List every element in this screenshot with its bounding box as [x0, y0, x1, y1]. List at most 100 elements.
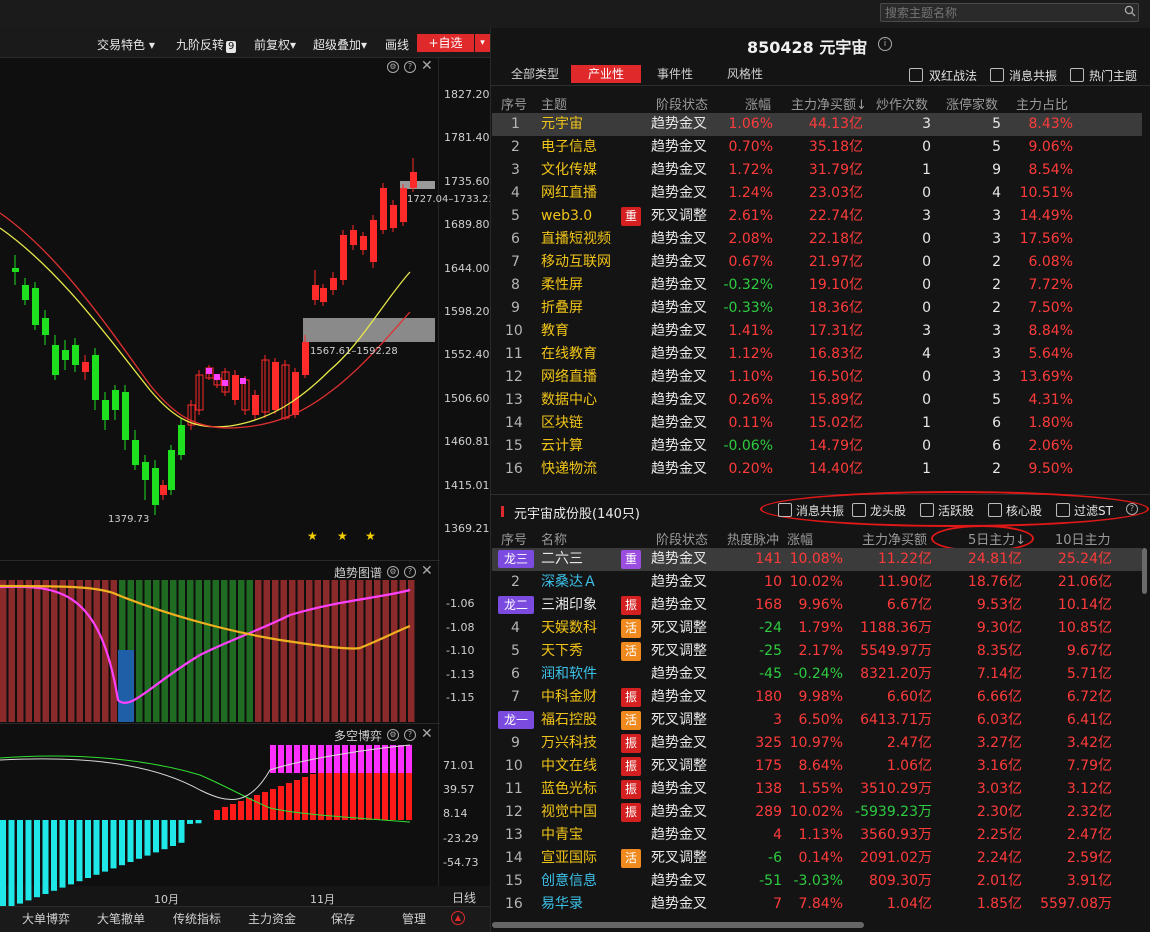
theme-row-name[interactable]: 云计算: [541, 435, 583, 458]
const-header-5[interactable]: 主力净买额: [862, 529, 927, 548]
duokong-help-icon[interactable]: ?: [404, 729, 416, 741]
theme-row-name[interactable]: 网络直播: [541, 366, 597, 389]
horizontal-scrollbar[interactable]: [492, 922, 864, 928]
theme-row-ratio: 9.50%: [1028, 461, 1073, 477]
const-row-name[interactable]: 创意信息: [541, 870, 597, 893]
theme-row-name[interactable]: 区块链: [541, 412, 583, 435]
save-button[interactable]: 保存: [331, 910, 355, 927]
theme-row-name[interactable]: 折叠屏: [541, 297, 583, 320]
tab-cancel-order[interactable]: 大笔撤单: [97, 910, 145, 927]
const-row-name[interactable]: 深桑达Ａ: [541, 571, 597, 594]
theme-row-name[interactable]: 柔性屏: [541, 274, 583, 297]
theme-header-0[interactable]: 序号: [501, 94, 527, 113]
theme-row-name[interactable]: 快递物流: [541, 458, 597, 481]
trend-close-icon[interactable]: ✕: [421, 563, 433, 579]
tab-traditional[interactable]: 传统指标: [173, 910, 221, 927]
const-row-name[interactable]: 宣亚国际: [541, 847, 597, 870]
period-selector[interactable]: 日线: [452, 889, 476, 906]
tab-style[interactable]: 风格性: [727, 65, 763, 83]
constituent-filter-checkbox-0[interactable]: [778, 503, 792, 517]
theme-header-5[interactable]: 炒作次数: [876, 94, 928, 113]
const-row-name[interactable]: 中青宝: [541, 824, 583, 847]
const-row-name[interactable]: 易华录: [541, 893, 583, 916]
tab-industry[interactable]: 产业性: [571, 65, 641, 83]
duokong-cyan-bar: [85, 820, 91, 878]
constituent-filter-checkbox-1[interactable]: [852, 503, 866, 517]
const-row-name[interactable]: 润和软件: [541, 663, 597, 686]
const-header-1[interactable]: 名称: [541, 529, 567, 548]
price-tick: 1415.01: [444, 478, 490, 492]
const-row-state: 死叉调整: [651, 758, 707, 774]
const-row-name[interactable]: 天下秀: [541, 640, 583, 663]
tab-event[interactable]: 事件性: [657, 65, 693, 83]
theme-row-name[interactable]: 在线教育: [541, 343, 597, 366]
theme-row-name[interactable]: 直播短视频: [541, 228, 611, 251]
info-icon[interactable]: i: [878, 37, 892, 51]
chevron-up-icon[interactable]: ▲: [451, 911, 465, 925]
theme-row-name[interactable]: 元宇宙: [541, 113, 583, 136]
theme-header-2[interactable]: 阶段状态: [656, 94, 708, 113]
theme-row-name[interactable]: 网红直播: [541, 182, 597, 205]
double-red-checkbox[interactable]: [909, 68, 923, 82]
tab-all-types[interactable]: 全部类型: [511, 65, 559, 83]
theme-search-input[interactable]: [880, 3, 1139, 22]
candle-body: [360, 236, 367, 250]
const-row-name[interactable]: 蓝色光标: [541, 778, 597, 801]
theme-row-net: 44.13亿: [808, 116, 863, 132]
trend-help-icon[interactable]: ?: [404, 566, 416, 578]
const-row-name[interactable]: 中科金财: [541, 686, 597, 709]
stock-tag-badge: 振: [621, 780, 641, 799]
theme-row-name[interactable]: 文化传媒: [541, 159, 597, 182]
const-row-name[interactable]: 福石控股: [541, 709, 597, 732]
constituent-filter-checkbox-4[interactable]: [1056, 503, 1070, 517]
trend-blue-bar: [118, 650, 134, 722]
constituent-filter-checkbox-3[interactable]: [988, 503, 1002, 517]
const-row-state: 趋势金叉: [651, 735, 707, 751]
constituent-filter-checkbox-2[interactable]: [920, 503, 934, 517]
trend-bar: [297, 580, 304, 722]
duokong-close-icon[interactable]: ✕: [421, 726, 433, 742]
low-price-label: 1379.73: [108, 514, 150, 525]
const-row-name[interactable]: 中文在线: [541, 755, 597, 778]
const-row-name[interactable]: 三湘印象: [541, 594, 597, 617]
manage-button[interactable]: 管理: [402, 910, 426, 927]
trend-settings-icon[interactable]: ⚙: [387, 566, 399, 578]
constituent-filter-label-3: 核心股: [1006, 504, 1043, 518]
const-header-3[interactable]: 热度脉冲: [727, 529, 779, 548]
constituent-filter-label-2: 活跃股: [938, 504, 975, 518]
hot-theme-checkbox[interactable]: [1070, 68, 1084, 82]
theme-header-7[interactable]: 主力占比: [1016, 94, 1068, 113]
search-icon[interactable]: [1124, 5, 1136, 17]
news-resonance-checkbox[interactable]: [990, 68, 1004, 82]
const-row-name[interactable]: 天娱数科: [541, 617, 597, 640]
constituents-title: 元宇宙成份股(140只): [514, 507, 640, 522]
const-header-0[interactable]: 序号: [501, 529, 527, 548]
const-row-name[interactable]: 万兴科技: [541, 732, 597, 755]
theme-row-name[interactable]: 教育: [541, 320, 569, 343]
theme-header-4[interactable]: 主力净买额↓: [791, 94, 867, 113]
theme-row-name[interactable]: 移动互联网: [541, 251, 611, 274]
tab-big-order[interactable]: 大单博弈: [22, 910, 70, 927]
duokong-cyan-bar: [178, 820, 185, 843]
theme-header-6[interactable]: 涨停家数: [946, 94, 998, 113]
theme-row-no: 14: [505, 415, 523, 431]
vertical-scrollbar[interactable]: [1142, 548, 1147, 594]
theme-header-3[interactable]: 涨幅: [745, 94, 771, 113]
const-row-change: 6.50%: [798, 712, 843, 728]
const-row-change: -3.03%: [793, 873, 843, 889]
const-header-7[interactable]: 10日主力: [1055, 529, 1111, 548]
theme-header-1[interactable]: 主题: [541, 94, 567, 113]
const-row-10d: 3.42亿: [1066, 735, 1112, 751]
theme-row-name[interactable]: 电子信息: [541, 136, 597, 159]
duokong-settings-icon[interactable]: ⚙: [387, 729, 399, 741]
trend-bar: [153, 580, 160, 722]
const-row-name[interactable]: 二六三: [541, 548, 583, 571]
tab-main-fund[interactable]: 主力资金: [248, 910, 296, 927]
const-header-4[interactable]: 涨幅: [787, 529, 813, 548]
const-header-6[interactable]: 5日主力↓: [968, 529, 1026, 548]
theme-row-name[interactable]: 数据中心: [541, 389, 597, 412]
candle-body: [122, 392, 129, 440]
const-row-name[interactable]: 视觉中国: [541, 801, 597, 824]
theme-row-name[interactable]: web3.0: [541, 205, 592, 228]
const-header-2[interactable]: 阶段状态: [656, 529, 708, 548]
